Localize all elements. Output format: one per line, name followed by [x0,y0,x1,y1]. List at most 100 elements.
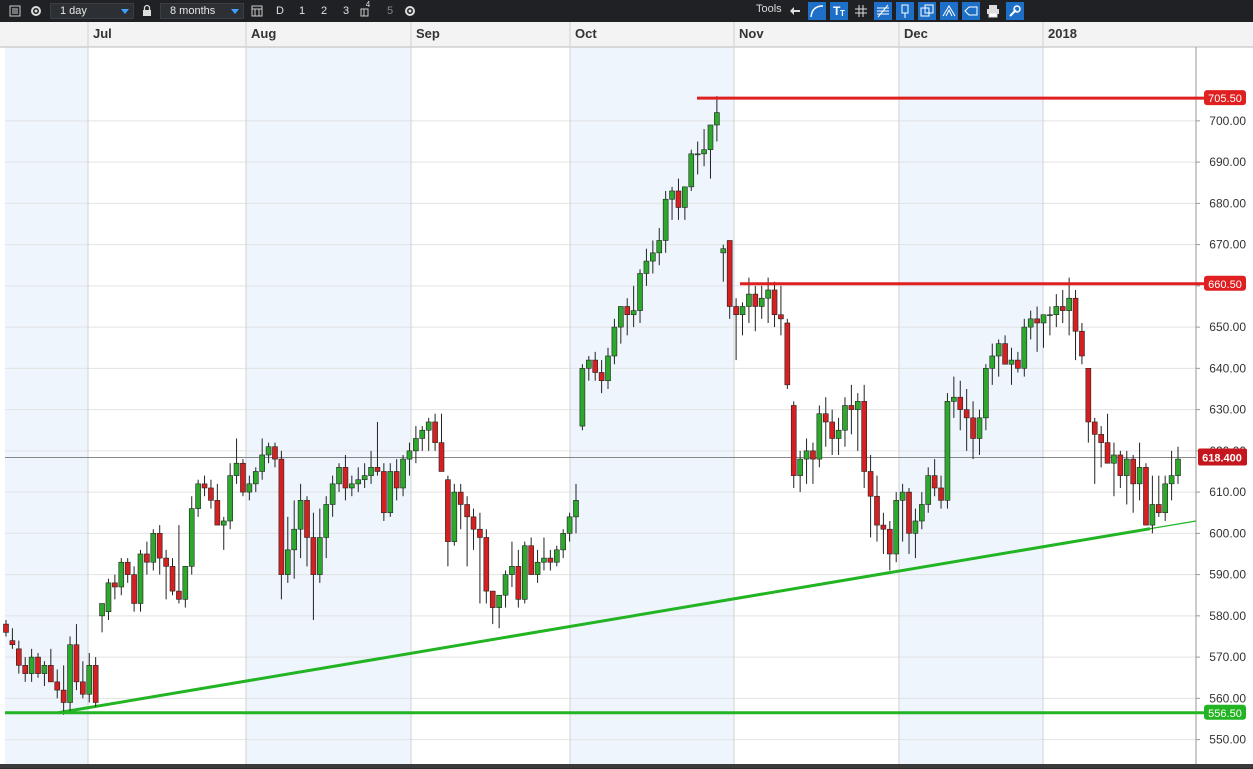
y-tick-label: 690.00 [1209,155,1246,169]
range-select[interactable]: 8 months [160,3,244,19]
candle-body [810,450,816,460]
back-arrow-icon[interactable] [786,2,804,20]
candle-body [233,462,240,476]
candle-body [1085,368,1092,423]
period-button-3[interactable]: 3 [337,2,355,20]
candle-body [912,520,919,534]
candle-body [842,405,848,431]
candle-body [874,495,880,526]
period-button-4[interactable]: 4 [364,0,372,18]
settings-icon[interactable] [1006,2,1024,20]
price-chart[interactable]: Jul Aug Sep Oct Nov Dec 2018 550.00 560.00 570.00… [0,22,1253,764]
candle-body [483,537,490,592]
x-tick-label: Sep [416,26,440,41]
candle-body [509,566,515,575]
x-tick-label: Oct [575,26,597,41]
candle-body [188,508,195,567]
x-tick-label: 2018 [1048,26,1077,41]
candle-body [368,467,374,476]
candle-body [137,553,144,604]
candle-body [67,644,73,703]
candle-body [317,537,323,575]
candle-body [265,446,272,456]
candle-body [252,471,259,485]
chevron-down-icon [121,9,129,14]
candle-body [432,421,438,443]
candle-body [16,648,22,666]
period-button-d[interactable]: D [271,2,289,20]
candle-body [880,524,887,530]
candle-body [323,504,330,538]
crosshair-icon[interactable] [852,2,870,20]
candle-body [272,446,278,460]
candle-body [707,124,714,151]
x-tick-label: Dec [904,26,928,41]
candle-body [656,240,663,254]
candle-body [297,500,304,530]
text-tool-icon[interactable]: TT [830,2,848,20]
fib-icon[interactable] [874,2,892,20]
candle-body [201,483,208,489]
y-tick-label: 550.00 [1209,733,1246,747]
candle-body [675,190,682,208]
candle-body [176,590,182,600]
gear-icon[interactable] [27,2,45,20]
tag-icon[interactable] [962,2,980,20]
candle-body [1143,467,1149,526]
candle-body [803,450,810,460]
candle-body [1059,306,1066,311]
candle-body [214,500,221,526]
candle-body [259,454,265,472]
candle-body [336,467,342,485]
lock-icon[interactable] [138,2,156,20]
interval-value: 1 day [60,5,87,17]
x-tick-label: Nov [739,26,764,41]
candle-body [1130,458,1136,485]
y-tick-label: 650.00 [1209,320,1246,334]
chart-canvas[interactable]: Jul Aug Sep Oct Nov Dec 2018 550.00 560.00 570.00… [0,22,1253,764]
candle-body [131,574,137,604]
candle-body [733,306,739,316]
candle-body [406,450,413,460]
curve-icon[interactable] [808,2,826,20]
y-tick-label: 610.00 [1209,485,1246,499]
gear-icon[interactable] [401,2,419,20]
candle-body [156,533,163,559]
y-tick-label: 600.00 [1209,526,1246,540]
y-tick-label: 590.00 [1209,568,1246,582]
candle-body [1104,442,1111,464]
candle-body [650,252,656,262]
period-button-1[interactable]: 1 [293,2,311,20]
candle-body [1015,359,1021,369]
candle-body [374,467,381,472]
pitchfork-icon[interactable] [940,2,958,20]
candle-body [227,475,233,522]
windows-icon[interactable] [918,2,936,20]
candle-body [515,566,522,600]
x-tick-label: Aug [251,26,276,41]
candle-body [246,483,253,493]
pin-icon[interactable] [896,2,914,20]
print-icon[interactable] [984,2,1002,20]
menu-icon[interactable] [6,2,24,20]
candle-body [112,582,118,588]
candle-body [848,405,855,410]
candle-body [118,561,125,588]
month-band [570,47,734,764]
period-button-5[interactable]: 5 [381,2,399,20]
y-tick-label: 560.00 [1209,691,1246,705]
candle-body [611,326,618,357]
candle-body [496,594,502,608]
last-price-tag: 618.400 [1202,452,1242,464]
y-tick-label: 670.00 [1209,238,1246,252]
candle-body [304,500,310,538]
interval-select[interactable]: 1 day [50,3,134,19]
candle-body [1091,421,1098,435]
candle-body [573,500,579,518]
y-tick-label: 700.00 [1209,114,1246,128]
calendar-icon[interactable] [248,2,266,20]
level-label: 556.50 [1208,708,1242,720]
scroll-strip[interactable] [0,764,1253,768]
period-button-2[interactable]: 2 [315,2,333,20]
candle-body [1040,314,1047,324]
